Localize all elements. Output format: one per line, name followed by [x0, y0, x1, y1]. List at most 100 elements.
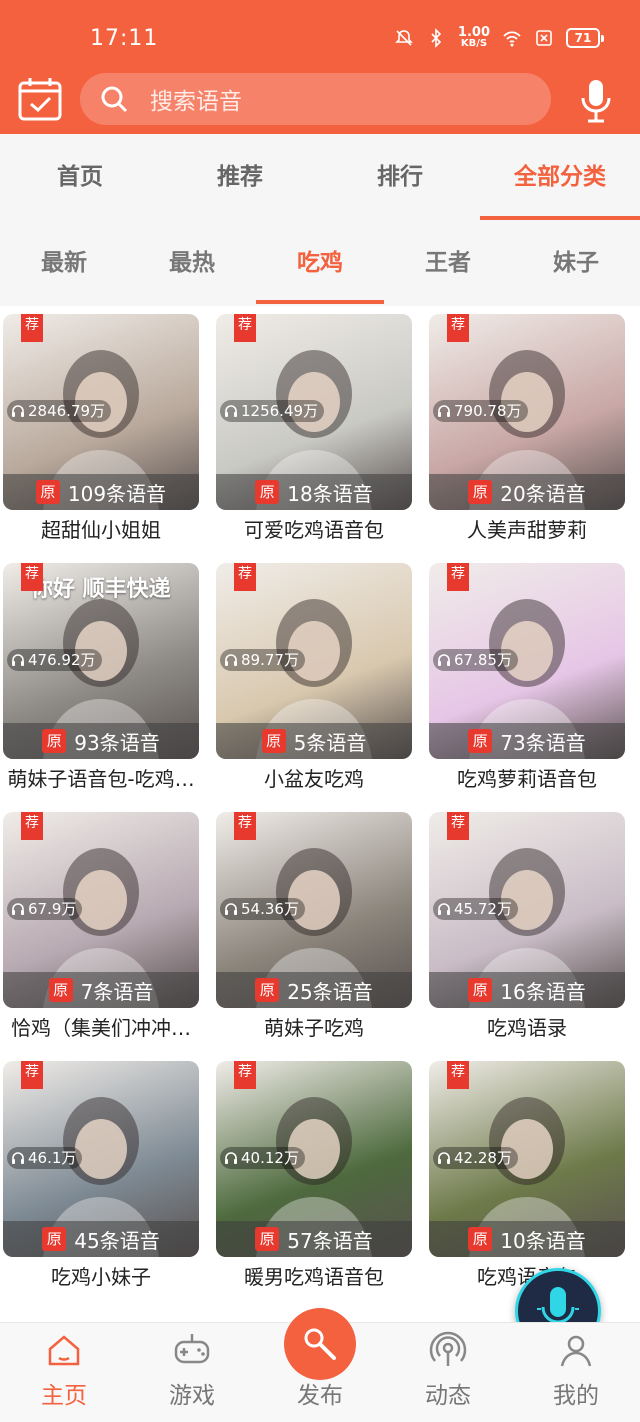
status-icons: 1.00 KB/S 71	[394, 26, 604, 49]
play-count: 54.36万	[220, 898, 305, 920]
voice-pack-title[interactable]: 恰鸡（集美们冲冲…	[3, 1012, 199, 1041]
voice-pack-thumbnail[interactable]: 荐 67.9万原 7条语音	[3, 812, 199, 1008]
play-count: 46.1万	[7, 1147, 83, 1169]
recommend-badge: 荐	[21, 812, 43, 840]
recommend-badge: 荐	[21, 563, 43, 591]
original-badge: 原	[468, 1227, 493, 1251]
voice-pack-title[interactable]: 人美声甜萝莉	[429, 514, 625, 543]
clip-count: 25条语音	[287, 979, 373, 1004]
voice-pack-card[interactable]: 荐 45.72万原 16条语音 吃鸡语录	[429, 812, 625, 1041]
voice-pack-card[interactable]: 荐 67.9万原 7条语音 恰鸡（集美们冲冲…	[3, 812, 199, 1041]
voice-pack-title[interactable]: 小盆友吃鸡	[216, 763, 412, 792]
voice-pack-thumbnail[interactable]: 荐 45.72万原 16条语音	[429, 812, 625, 1008]
play-count: 1256.49万	[220, 400, 325, 422]
voice-pack-card[interactable]: 荐 89.77万原 5条语音 小盆友吃鸡	[216, 563, 412, 792]
voice-pack-card[interactable]: 荐 67.85万原 73条语音吃鸡萝莉语音包	[429, 563, 625, 792]
search-input[interactable]: 搜索语音	[80, 73, 551, 125]
nav-profile[interactable]: 我的	[512, 1323, 640, 1422]
broadcast-icon	[429, 1331, 467, 1366]
tab-girls[interactable]: 妹子	[512, 220, 640, 306]
tab-newest[interactable]: 最新	[0, 220, 128, 306]
sim-off-icon	[536, 29, 552, 46]
microphone-icon[interactable]	[576, 78, 616, 124]
nav-feed[interactable]: 动态	[384, 1323, 512, 1422]
voice-pack-title[interactable]: 吃鸡语录	[429, 1012, 625, 1041]
voice-pack-thumbnail[interactable]: 你好 顺丰快递荐 476.92万原 93条语音	[3, 563, 199, 759]
play-count-value: 89.77万	[241, 651, 299, 669]
voice-pack-card[interactable]: 荐 46.1万原 45条语音 吃鸡小妹子	[3, 1061, 199, 1290]
tab-all-categories[interactable]: 全部分类	[480, 134, 640, 220]
nav-home[interactable]: 主页	[0, 1323, 128, 1422]
tab-ranking[interactable]: 排行	[320, 134, 480, 220]
clip-count-bar: 原 73条语音	[429, 723, 625, 759]
headphones-icon	[438, 654, 450, 666]
clip-count: 7条语音	[80, 979, 154, 1004]
original-badge: 原	[468, 978, 493, 1002]
clip-count: 20条语音	[500, 481, 586, 506]
voice-pack-thumbnail[interactable]: 荐 46.1万原 45条语音	[3, 1061, 199, 1257]
main-tab-bar: 首页 推荐 排行 全部分类	[0, 134, 640, 220]
tab-pubg[interactable]: 吃鸡	[256, 220, 384, 306]
voice-pack-thumbnail[interactable]: 荐 790.78万原 20条语音	[429, 314, 625, 510]
nav-games-label: 游戏	[169, 1383, 215, 1409]
recommend-badge: 荐	[21, 314, 43, 342]
clip-count: 45条语音	[74, 1228, 160, 1253]
tab-home[interactable]: 首页	[0, 134, 160, 220]
tab-honor-of-kings[interactable]: 王者	[384, 220, 512, 306]
voice-pack-title[interactable]: 萌妹子语音包-吃鸡…	[3, 763, 199, 792]
voice-pack-thumbnail[interactable]: 荐 1256.49万原 18条语音	[216, 314, 412, 510]
thumbnail-caption: 你好 顺丰快递	[31, 577, 171, 602]
app-root: 17:11 1.00 KB/S 71 搜索语音 首页 推荐 排行 全部分类 最新…	[0, 0, 640, 1422]
clip-count: 109条语音	[67, 481, 167, 506]
nav-games[interactable]: 游戏	[128, 1323, 256, 1422]
play-count-value: 67.9万	[28, 900, 77, 918]
voice-pack-card[interactable]: 你好 顺丰快递荐 476.92万原 93条语音萌妹子语音包-吃鸡…	[3, 563, 199, 792]
voice-pack-thumbnail[interactable]: 荐 2846.79万原 109条语音	[3, 314, 199, 510]
headphones-icon	[12, 654, 24, 666]
mute-bell-icon	[394, 29, 413, 46]
publish-button[interactable]	[284, 1308, 356, 1380]
original-badge: 原	[42, 729, 67, 753]
voice-pack-thumbnail[interactable]: 荐 42.28万原 10条语音	[429, 1061, 625, 1257]
voice-pack-card[interactable]: 荐 40.12万原 57条语音暖男吃鸡语音包	[216, 1061, 412, 1290]
headphones-icon	[438, 1152, 450, 1164]
voice-pack-card[interactable]: 荐 1256.49万原 18条语音 可爱吃鸡语音包	[216, 314, 412, 543]
voice-pack-title[interactable]: 暖男吃鸡语音包	[216, 1261, 412, 1290]
voice-pack-card[interactable]: 荐 42.28万原 10条语音 吃鸡语音包	[429, 1061, 625, 1290]
play-count-value: 1256.49万	[241, 402, 319, 420]
voice-pack-thumbnail[interactable]: 荐 40.12万原 57条语音	[216, 1061, 412, 1257]
headphones-icon	[225, 903, 237, 915]
voice-pack-title[interactable]: 超甜仙小姐姐	[3, 514, 199, 543]
play-count-value: 476.92万	[28, 651, 96, 669]
voice-pack-card[interactable]: 荐 54.36万原 25条语音 萌妹子吃鸡	[216, 812, 412, 1041]
voice-pack-thumbnail[interactable]: 荐 67.85万原 73条语音	[429, 563, 625, 759]
tab-hottest[interactable]: 最热	[128, 220, 256, 306]
voice-pack-title[interactable]: 吃鸡小妹子	[3, 1261, 199, 1290]
voice-pack-title[interactable]: 可爱吃鸡语音包	[216, 514, 412, 543]
voice-pack-card[interactable]: 荐 2846.79万原 109条语音超甜仙小姐姐	[3, 314, 199, 543]
voice-pack-title[interactable]: 吃鸡萝莉语音包	[429, 763, 625, 792]
recommend-badge: 荐	[234, 563, 256, 591]
battery-indicator: 71	[566, 27, 604, 48]
voice-pack-thumbnail[interactable]: 荐 54.36万原 25条语音	[216, 812, 412, 1008]
play-count-value: 45.72万	[454, 900, 512, 918]
clip-count-bar: 原 45条语音	[3, 1221, 199, 1257]
clip-count: 5条语音	[293, 730, 367, 755]
voice-pack-card[interactable]: 荐 790.78万原 20条语音人美声甜萝莉	[429, 314, 625, 543]
clip-count: 93条语音	[74, 730, 160, 755]
nav-home-label: 主页	[41, 1383, 87, 1409]
clip-count-bar: 原 16条语音	[429, 972, 625, 1008]
home-icon	[48, 1335, 80, 1366]
play-count: 790.78万	[433, 400, 528, 422]
recommend-badge: 荐	[234, 1061, 256, 1089]
tab-recommend[interactable]: 推荐	[160, 134, 320, 220]
calendar-check-icon[interactable]	[17, 76, 63, 122]
voice-pack-thumbnail[interactable]: 荐 89.77万原 5条语音	[216, 563, 412, 759]
net-speed-unit: KB/S	[460, 38, 488, 49]
voice-pack-grid: 荐 2846.79万原 109条语音 超甜仙小姐姐荐 1256.49万原 18条语音 可爱吃…	[0, 306, 640, 1322]
play-count-value: 46.1万	[28, 1149, 77, 1167]
recommend-badge: 荐	[234, 812, 256, 840]
clip-count-bar: 原 18条语音	[216, 474, 412, 510]
voice-pack-title[interactable]: 萌妹子吃鸡	[216, 1012, 412, 1041]
headphones-icon	[225, 405, 237, 417]
